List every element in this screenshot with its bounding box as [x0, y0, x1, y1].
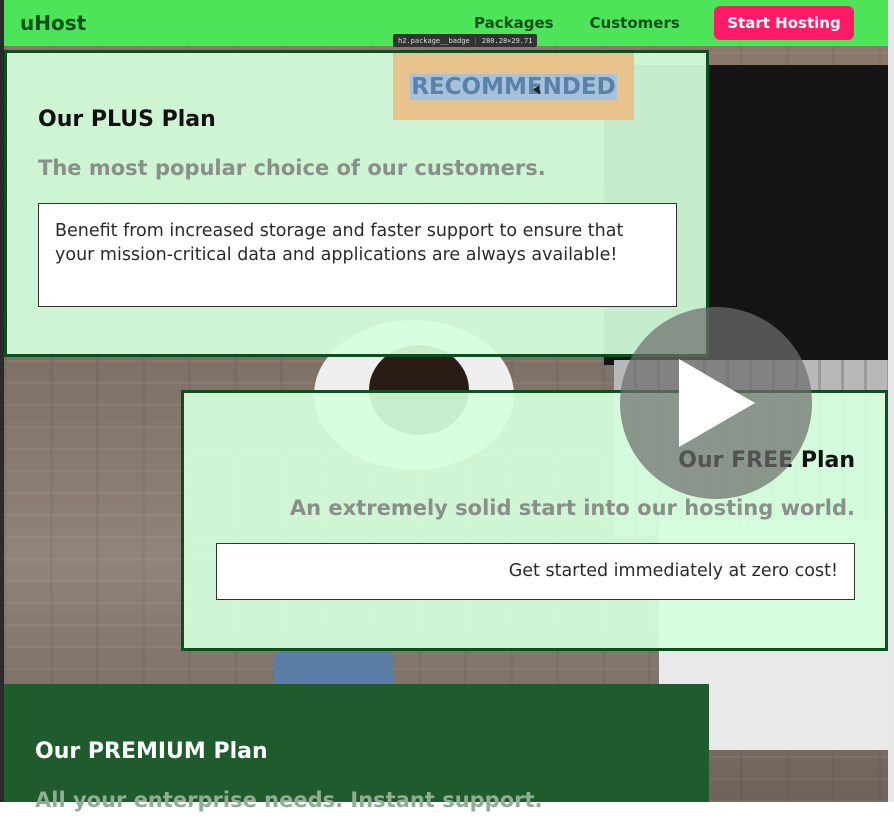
plan-subtitle: The most popular choice of our customers…: [38, 156, 546, 180]
recommended-badge[interactable]: RECOMMENDED: [393, 53, 634, 120]
devtools-size: 280.28×29.71: [481, 36, 533, 45]
plan-card-premium: Our PREMIUM Plan All your enterprise nee…: [4, 684, 709, 812]
devtools-selector: h2.package__badge: [398, 36, 470, 45]
window-edge-right: [888, 0, 894, 802]
nav-link-customers[interactable]: Customers: [590, 14, 680, 32]
devtools-separator: |: [473, 36, 478, 45]
badge-label: RECOMMENDED: [410, 73, 617, 100]
devtools-element-tooltip: h2.package__badge | 280.28×29.71: [393, 34, 538, 47]
plan-title: Our PLUS Plan: [38, 107, 216, 132]
plan-description: Get started immediately at zero cost!: [216, 543, 855, 600]
video-play-button[interactable]: [620, 307, 812, 499]
play-icon: [679, 359, 755, 447]
start-hosting-button[interactable]: Start Hosting: [714, 6, 854, 40]
plan-subtitle: All your enterprise needs. Instant suppo…: [35, 788, 543, 812]
logo[interactable]: uHost: [20, 11, 86, 35]
plan-subtitle: An extremely solid start into our hostin…: [289, 496, 855, 520]
plan-title: Our PREMIUM Plan: [35, 739, 268, 764]
nav-link-packages[interactable]: Packages: [474, 14, 554, 32]
plan-description: Benefit from increased storage and faste…: [38, 203, 677, 307]
